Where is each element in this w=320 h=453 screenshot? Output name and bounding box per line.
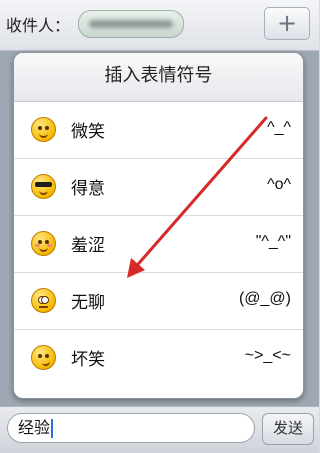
shy-face-icon: [31, 231, 56, 256]
emoticon-name: 无聊: [71, 293, 105, 313]
bored-face-icon: [31, 288, 56, 313]
emoticon-popover: 插入表情符号 微笑 ^_^ 得意 ^o^ 羞涩 "^_^" 无聊 (@_@) 坏…: [13, 52, 304, 399]
add-recipient-button[interactable]: +: [264, 7, 310, 40]
compose-bar: 经验 发送: [0, 406, 319, 453]
emoticon-name: 坏笑: [71, 350, 105, 370]
emoticon-code: "^_^": [255, 233, 291, 250]
emoticon-name: 得意: [71, 179, 105, 199]
emoticon-row-shy[interactable]: 羞涩 "^_^": [14, 216, 303, 273]
recipient-chip[interactable]: [78, 10, 184, 38]
emoticon-code: ~>_<~: [244, 347, 291, 364]
emoticon-code: ^o^: [267, 176, 291, 193]
emoticon-row-sly[interactable]: 坏笑 ~>_<~: [14, 330, 303, 386]
emoticon-row-proud[interactable]: 得意 ^o^: [14, 159, 303, 216]
recipient-bar: 收件人： +: [0, 0, 319, 51]
text-cursor: [51, 419, 54, 438]
message-input[interactable]: 经验: [7, 413, 255, 443]
recipient-label: 收件人：: [6, 16, 71, 35]
emoticon-name: 微笑: [71, 122, 105, 142]
emoticon-code: ^_^: [267, 119, 291, 136]
popover-title: 插入表情符号: [14, 53, 303, 102]
message-text: 经验: [18, 418, 51, 437]
smile-face-icon: [31, 117, 56, 142]
emoticon-row-smile[interactable]: 微笑 ^_^: [14, 102, 303, 159]
emoticon-row-bored[interactable]: 无聊 (@_@): [14, 273, 303, 330]
emoticon-name: 羞涩: [71, 236, 105, 256]
recipient-redacted: [89, 20, 173, 28]
emoticon-code: (@_@): [238, 290, 291, 307]
sly-face-icon: [31, 345, 56, 370]
send-button[interactable]: 发送: [262, 413, 314, 445]
cool-face-icon: [31, 174, 56, 199]
